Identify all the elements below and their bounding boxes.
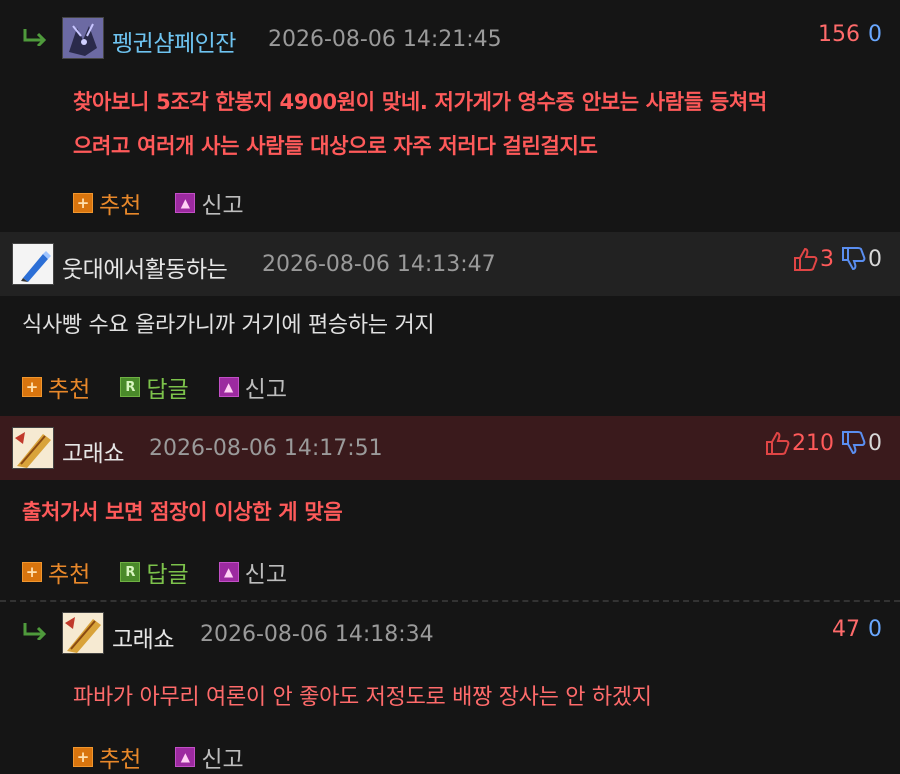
thumbs-down-icon[interactable] <box>840 430 866 456</box>
report-button[interactable]: ▲ 신고 <box>175 186 244 220</box>
timestamp: 2026-08-06 14:13:47 <box>262 252 496 277</box>
timestamp: 2026-08-06 14:18:34 <box>200 622 434 647</box>
upvote-count: 3 <box>820 246 834 272</box>
comment-actions: + 추천 R 답글 ▲ 신고 <box>22 555 317 589</box>
comment-1-header: 웃대에서활동하는 2026-08-06 14:13:47 3 0 <box>0 232 900 296</box>
comment-actions: + 추천 ▲ 신고 <box>73 740 274 774</box>
report-button[interactable]: ▲ 신고 <box>175 740 244 774</box>
report-label: 신고 <box>244 377 287 403</box>
timestamp: 2026-08-06 14:17:51 <box>149 436 383 461</box>
comment-line: 출처가서 보면 점장이 이상한 게 맞음 <box>22 500 343 524</box>
whale-avatar-icon <box>13 428 53 468</box>
reply-label: 답글 <box>146 377 189 403</box>
siren-icon: ▲ <box>218 377 239 397</box>
siren-icon: ▲ <box>175 747 196 767</box>
nickname[interactable]: 웃대에서활동하는 <box>62 250 228 284</box>
reply-r-icon: R <box>120 377 141 397</box>
recommend-label: 추천 <box>48 377 91 403</box>
comment-actions: + 추천 ▲ 신고 <box>73 186 274 220</box>
nickname[interactable]: 펭귄샴페인잔 <box>112 24 236 58</box>
comment-body: 찾아보니 5조각 한봉지 4900원이 맞네. 저가게가 영수증 안보는 사람들… <box>73 80 767 168</box>
recommend-label: 추천 <box>99 747 142 773</box>
reply-arrow-icon <box>23 623 47 640</box>
reply-r-icon: R <box>120 562 141 582</box>
recommend-label: 추천 <box>48 562 91 588</box>
thumbs-down-icon[interactable] <box>840 246 866 272</box>
comment-actions: + 추천 R 답글 ▲ 신고 <box>22 370 317 404</box>
nickname[interactable]: 고래쇼 <box>62 434 124 468</box>
report-button[interactable]: ▲ 신고 <box>218 370 287 404</box>
comment-line: 식사빵 수요 올라가니까 거기에 편승하는 거지 <box>22 313 435 338</box>
comment-line: 으려고 여러개 사는 사람들 대상으로 자주 저러다 걸린걸지도 <box>73 134 598 158</box>
vote-counts: 3 0 <box>792 246 882 272</box>
siren-icon: ▲ <box>175 193 196 213</box>
downvote-count: 0 <box>868 22 882 47</box>
plus-icon: + <box>22 562 42 582</box>
comment-2-header: 고래쇼 2026-08-06 14:17:51 210 0 <box>0 416 900 480</box>
reply-button[interactable]: R 답글 <box>120 370 189 404</box>
upvote-count: 156 <box>818 22 860 47</box>
comment-body: 파바가 아무리 여론이 안 좋아도 저정도로 배짱 장사는 안 하겠지 <box>73 676 652 720</box>
report-button[interactable]: ▲ 신고 <box>218 555 287 589</box>
comment-body: 식사빵 수요 올라가니까 거기에 편승하는 거지 <box>22 304 435 348</box>
downvote-count: 0 <box>868 617 882 642</box>
recommend-button[interactable]: + 추천 <box>73 186 141 220</box>
recommend-button[interactable]: + 추천 <box>22 370 90 404</box>
reply-arrow-icon <box>23 29 47 46</box>
upvote-count: 210 <box>792 430 834 456</box>
reply-label: 답글 <box>146 562 189 588</box>
comment-3: 고래쇼 2026-08-06 14:18:34 47 0 파바가 아무리 여론이… <box>0 602 900 773</box>
avatar[interactable] <box>62 612 104 654</box>
recommend-button[interactable]: + 추천 <box>73 740 141 774</box>
comment-1: 웃대에서활동하는 2026-08-06 14:13:47 3 0 식사빵 수요 … <box>0 232 900 416</box>
nickname[interactable]: 고래쇼 <box>112 620 174 654</box>
vote-counts: 47 0 <box>832 617 882 642</box>
comment-line: 찾아보니 5조각 한봉지 4900원이 맞네. 저가게가 영수증 안보는 사람들… <box>73 90 767 114</box>
thumbs-up-icon[interactable] <box>764 430 790 456</box>
avatar[interactable] <box>12 243 54 285</box>
thumbs-up-icon[interactable] <box>792 246 818 272</box>
vote-counts: 156 0 <box>818 22 882 47</box>
siren-icon: ▲ <box>218 562 239 582</box>
report-label: 신고 <box>201 747 244 773</box>
plus-icon: + <box>73 193 93 213</box>
comment-3-header: 고래쇼 2026-08-06 14:18:34 47 0 <box>0 602 900 662</box>
pen-avatar-icon <box>13 244 53 284</box>
report-label: 신고 <box>244 562 287 588</box>
comment-2: 고래쇼 2026-08-06 14:17:51 210 0 출처가서 보면 점장… <box>0 416 900 600</box>
timestamp: 2026-08-06 14:21:45 <box>268 27 502 52</box>
recommend-label: 추천 <box>99 193 142 219</box>
comment-0: 펭귄샴페인잔 2026-08-06 14:21:45 156 0 찾아보니 5조… <box>0 0 900 230</box>
comment-0-header: 펭귄샴페인잔 2026-08-06 14:21:45 156 0 <box>0 0 900 78</box>
downvote-count: 0 <box>868 430 882 456</box>
upvote-count: 47 <box>832 617 860 642</box>
report-label: 신고 <box>201 193 244 219</box>
avatar[interactable] <box>62 17 104 59</box>
reply-button[interactable]: R 답글 <box>120 555 189 589</box>
plus-icon: + <box>22 377 42 397</box>
comment-line: 파바가 아무리 여론이 안 좋아도 저정도로 배짱 장사는 안 하겠지 <box>73 685 652 710</box>
comment-body: 출처가서 보면 점장이 이상한 게 맞음 <box>22 490 343 534</box>
downvote-count: 0 <box>868 246 882 272</box>
avatar[interactable] <box>12 427 54 469</box>
plus-icon: + <box>73 747 93 767</box>
vote-counts: 210 0 <box>764 430 882 456</box>
recommend-button[interactable]: + 추천 <box>22 555 90 589</box>
dragon-avatar-icon <box>63 18 103 58</box>
whale-avatar-icon <box>63 613 103 653</box>
